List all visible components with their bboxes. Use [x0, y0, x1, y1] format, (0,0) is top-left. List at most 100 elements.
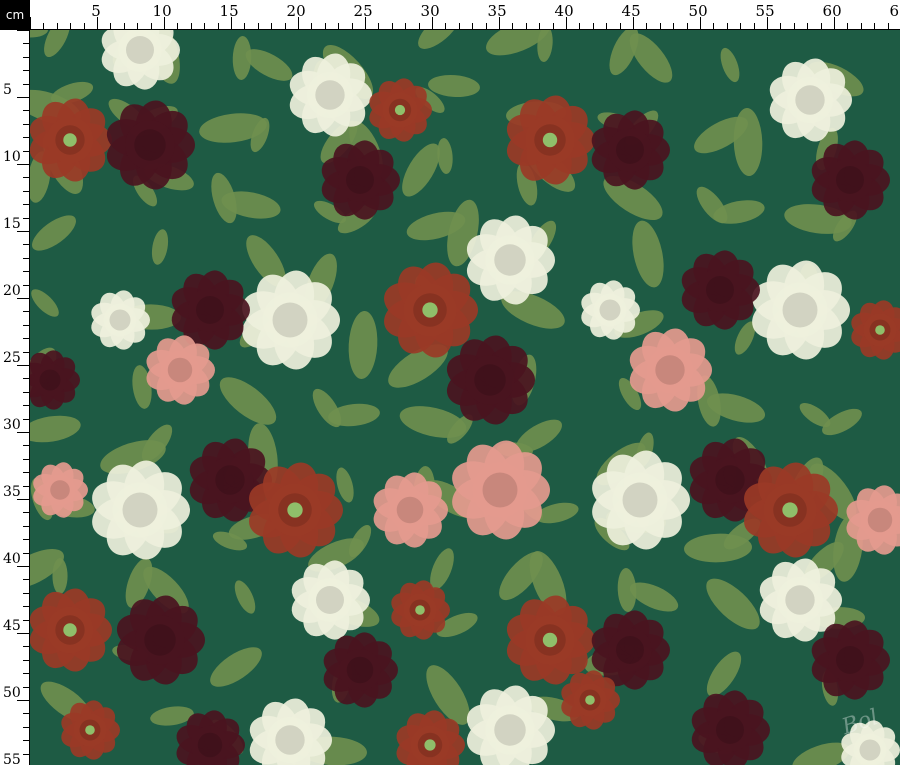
ruler-tick [552, 23, 554, 29]
ruler-tick [445, 23, 447, 29]
flower-shadow [275, 725, 305, 755]
flower-shadow [196, 296, 224, 324]
ruler-tick [311, 23, 313, 29]
flower-shadow [144, 624, 176, 656]
leaf [210, 647, 262, 687]
ruler-left-label: 55 [3, 752, 21, 765]
flower-shadow [494, 244, 526, 276]
ruler-top-label: 60 [822, 2, 842, 20]
ruler-tick [204, 23, 206, 29]
flower-shadow [599, 299, 621, 321]
ruler-tick [606, 23, 608, 29]
ruler-tick [30, 17, 31, 29]
flower-shadow [126, 36, 154, 64]
flower-shadow [706, 276, 734, 304]
ruler-tick [579, 23, 581, 29]
ruler-tick [592, 23, 594, 29]
ruler-tick [23, 646, 29, 648]
ruler-tick [23, 244, 29, 246]
ruler-tick [512, 23, 514, 29]
ruler-tick [23, 686, 29, 688]
flower-shadow [782, 292, 818, 328]
ruler-tick [23, 726, 29, 728]
ruler-tick [458, 23, 460, 29]
flower-center [422, 302, 438, 318]
ruler-tick [646, 23, 648, 29]
ruler-tick [887, 23, 889, 29]
leaf [52, 558, 68, 594]
leaf [219, 377, 277, 425]
ruler-tick [23, 405, 29, 407]
flower-center [394, 104, 406, 116]
ruler-tick [820, 23, 822, 29]
flower-shadow [346, 166, 374, 194]
ruler-tick [525, 23, 527, 29]
flower-shadow [122, 492, 158, 528]
ruler-tick [324, 23, 326, 29]
ruler-tick [23, 619, 29, 621]
flower-shadow [716, 716, 744, 744]
ruler-tick [271, 23, 273, 29]
flower-shadow [836, 646, 864, 674]
ruler-left-label: 35 [3, 484, 21, 500]
flower-center [63, 133, 77, 147]
ruler-tick [686, 23, 688, 29]
ruler-tick [418, 23, 420, 29]
ruler-left-label: 50 [3, 685, 21, 701]
leaf [632, 220, 664, 288]
flower-shadow [494, 714, 526, 746]
ruler-tick [190, 23, 192, 29]
ruler-tick [659, 23, 661, 29]
leaf [234, 580, 256, 614]
ruler-tick [23, 338, 29, 340]
flower-shadow [109, 309, 131, 331]
ruler-tick [23, 552, 29, 554]
ruler-tick [83, 23, 85, 29]
ruler-tick [472, 23, 474, 29]
flower-shadow [616, 636, 644, 664]
leaf [706, 578, 760, 630]
ruler-tick [23, 137, 29, 139]
flower-shadow [39, 369, 61, 391]
ruler-tick [217, 23, 219, 29]
ruler-tick [23, 204, 29, 206]
ruler-top-label: 55 [755, 2, 775, 20]
ruler-unit-label: cm [0, 0, 30, 30]
ruler-top-label: 5 [91, 2, 101, 20]
ruler-tick [23, 284, 29, 286]
ruler-top-label: 30 [420, 2, 440, 20]
flower-shadow [474, 364, 506, 396]
ruler-tick [23, 753, 29, 755]
ruler-tick [257, 23, 259, 29]
ruler-tick [110, 23, 112, 29]
ruler-tick [244, 23, 246, 29]
ruler-tick [338, 23, 340, 29]
ruler-top-label: 10 [152, 2, 172, 20]
flower-shadow [315, 80, 345, 110]
ruler-tick [23, 324, 29, 326]
ruler-tick [23, 56, 29, 58]
ruler-tick [713, 23, 715, 29]
ruler-tick [378, 23, 380, 29]
ruler-tick [23, 539, 29, 541]
ruler-tick [23, 150, 29, 152]
flower-center [287, 502, 303, 518]
flower-center [424, 739, 436, 751]
ruler-tick [780, 23, 782, 29]
ruler-tick [23, 311, 29, 313]
ruler-top-label: 20 [286, 2, 306, 20]
ruler-left-label: 10 [3, 149, 21, 165]
ruler-top-label: 50 [688, 2, 708, 20]
ruler-tick [70, 23, 72, 29]
ruler-tick [137, 23, 139, 29]
flower-center [63, 623, 77, 637]
ruler-left-label: 30 [3, 417, 21, 433]
ruler-tick [23, 271, 29, 273]
flower-shadow [867, 507, 893, 533]
ruler-tick [753, 23, 755, 29]
ruler-tick [23, 512, 29, 514]
ruler-tick [23, 83, 29, 85]
ruler-top-label: 15 [219, 2, 239, 20]
ruler-tick [874, 23, 876, 29]
ruler-tick [726, 23, 728, 29]
